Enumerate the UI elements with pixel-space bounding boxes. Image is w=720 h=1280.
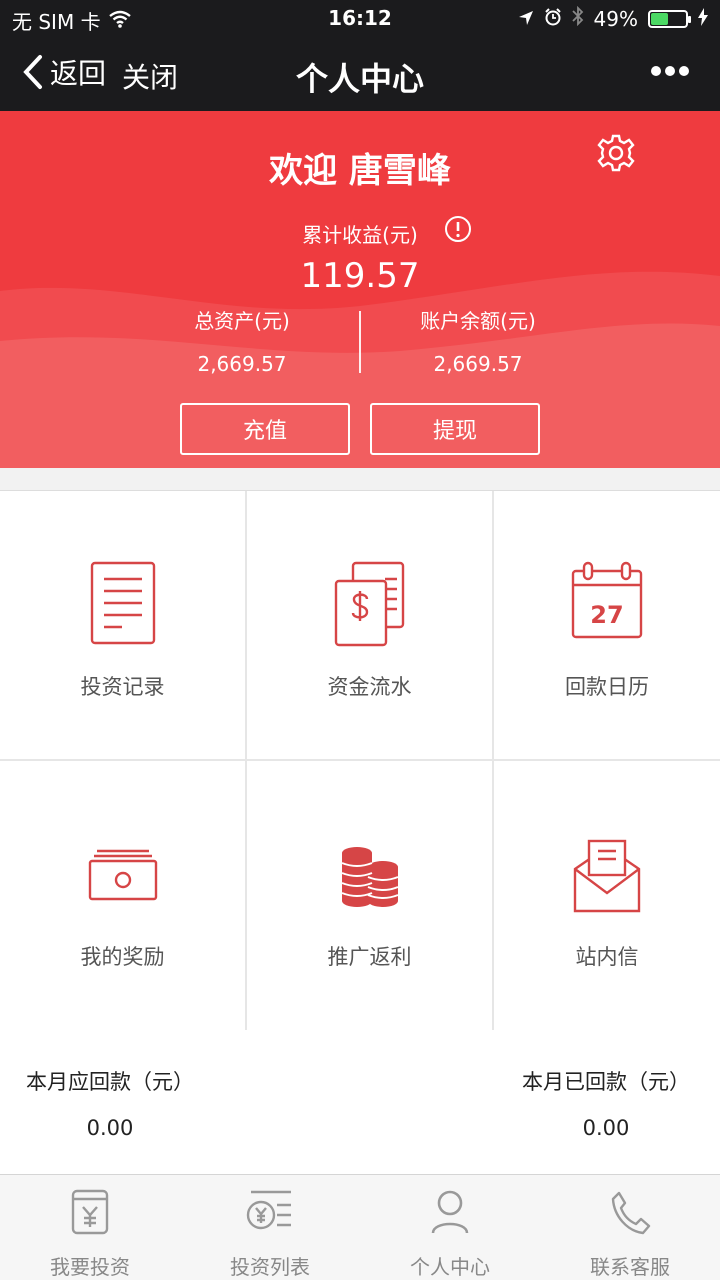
grid-item-label: 推广返利 bbox=[327, 945, 412, 969]
monthly-returns: 本月应回款（元） 0.00 本月已回款（元） 0.00 bbox=[0, 1030, 720, 1174]
account-balance: 账户余额(元) 2,669.57 bbox=[358, 305, 598, 376]
battery-icon bbox=[648, 9, 691, 28]
received-label: 本月已回款（元） bbox=[522, 1070, 690, 1094]
alarm-icon bbox=[544, 7, 562, 31]
grid-item-my-rewards[interactable]: 我的奖励 bbox=[0, 761, 247, 1031]
total-assets: 总资产(元) 2,669.57 bbox=[122, 305, 362, 376]
earnings-label: 累计收益(元) bbox=[302, 223, 418, 247]
calendar-day: 27 bbox=[590, 601, 623, 629]
user-icon bbox=[431, 1190, 469, 1234]
balance-label: 账户余额(元) bbox=[420, 309, 536, 333]
cash-icon bbox=[88, 849, 157, 901]
phone-icon bbox=[611, 1191, 651, 1235]
grid-item-referral-rebate[interactable]: 推广返利 bbox=[247, 761, 494, 1031]
mail-icon bbox=[573, 839, 641, 913]
received-returns: 本月已回款（元） 0.00 bbox=[496, 1066, 716, 1140]
money-bill-icon bbox=[334, 561, 404, 647]
recharge-button[interactable]: 充值 bbox=[180, 403, 350, 455]
due-label: 本月应回款（元） bbox=[26, 1070, 194, 1094]
due-value: 0.00 bbox=[86, 1116, 134, 1140]
more-dots-icon bbox=[651, 66, 689, 76]
tab-invest[interactable]: 我要投资 bbox=[0, 1175, 180, 1280]
feature-grid: 投资记录 资金流水 27 回款日历 我的奖励 推广返利 站内信 bbox=[0, 490, 720, 1031]
balance-value: 2,669.57 bbox=[433, 352, 523, 376]
location-arrow-icon bbox=[518, 7, 534, 31]
account-summary: 欢迎 唐雪峰 累计收益(元) 119.57 总资产(元) 2,669.57 账户… bbox=[0, 111, 720, 468]
earnings-value: 119.57 bbox=[300, 256, 420, 296]
tab-bar: 我要投资 投资列表 个人中心 联系客服 bbox=[0, 1174, 720, 1280]
grid-item-label: 站内信 bbox=[575, 945, 639, 969]
grid-item-repayment-calendar[interactable]: 27 回款日历 bbox=[494, 491, 720, 761]
due-returns: 本月应回款（元） 0.00 bbox=[0, 1066, 220, 1140]
total-assets-value: 2,669.57 bbox=[197, 352, 287, 376]
status-bar: 无 SIM 卡 16:12 49% bbox=[0, 0, 720, 36]
info-icon bbox=[445, 216, 471, 242]
coins-icon bbox=[341, 847, 398, 907]
grid-item-investment-records[interactable]: 投资记录 bbox=[0, 491, 247, 761]
gear-icon bbox=[597, 134, 635, 172]
grid-item-label: 回款日历 bbox=[565, 675, 649, 699]
calendar-icon: 27 bbox=[571, 561, 643, 639]
page-title: 个人中心 bbox=[295, 60, 424, 98]
document-list-icon bbox=[90, 561, 155, 645]
grid-item-messages[interactable]: 站内信 bbox=[494, 761, 720, 1031]
invest-icon bbox=[71, 1189, 109, 1235]
withdraw-button[interactable]: 提现 bbox=[370, 403, 540, 455]
battery-percent: 49% bbox=[593, 6, 638, 31]
charging-icon bbox=[698, 7, 708, 31]
info-button[interactable] bbox=[444, 215, 472, 247]
tab-label: 个人中心 bbox=[410, 1255, 490, 1279]
grid-item-label: 资金流水 bbox=[327, 675, 412, 699]
grid-item-label: 投资记录 bbox=[80, 675, 165, 699]
nav-bar: 返回 关闭 个人中心 bbox=[0, 36, 720, 111]
more-button[interactable] bbox=[650, 62, 690, 81]
tab-personal-center[interactable]: 个人中心 bbox=[360, 1175, 540, 1280]
tab-contact-support[interactable]: 联系客服 bbox=[540, 1175, 720, 1280]
invest-list-icon bbox=[246, 1190, 291, 1230]
grid-item-fund-flow[interactable]: 资金流水 bbox=[247, 491, 494, 761]
tab-invest-list[interactable]: 投资列表 bbox=[180, 1175, 360, 1280]
top-bar: 无 SIM 卡 16:12 49% 返回 关闭 个人中心 bbox=[0, 0, 720, 111]
settings-button[interactable] bbox=[596, 133, 636, 177]
grid-item-label: 我的奖励 bbox=[80, 945, 165, 969]
tab-label: 我要投资 bbox=[50, 1255, 130, 1279]
total-assets-label: 总资产(元) bbox=[194, 309, 290, 333]
bluetooth-icon bbox=[571, 5, 584, 31]
received-value: 0.00 bbox=[582, 1116, 630, 1140]
tab-label: 投资列表 bbox=[230, 1255, 310, 1279]
tab-label: 联系客服 bbox=[590, 1255, 670, 1279]
